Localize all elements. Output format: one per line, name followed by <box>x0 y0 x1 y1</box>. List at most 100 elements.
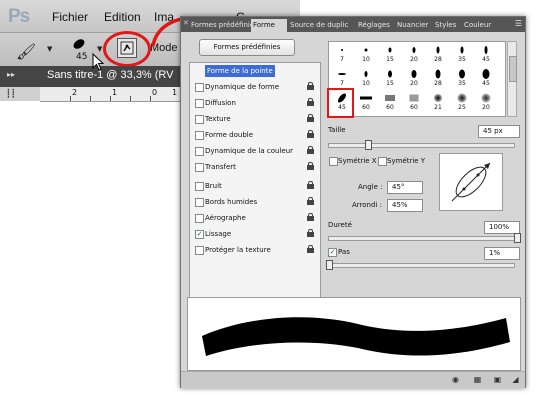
roundness-label: Arrondi : <box>352 201 382 209</box>
checkbox[interactable]: ✓ <box>195 230 204 239</box>
checkbox[interactable] <box>195 99 204 108</box>
brush-tool-icon[interactable]: 🖌︎ <box>16 42 36 61</box>
list-item-wet-edges[interactable]: Bords humides <box>190 195 320 209</box>
brush-size-value: 45 <box>76 52 88 62</box>
size-slider[interactable] <box>328 143 515 148</box>
checkbox[interactable] <box>195 246 204 255</box>
lock-icon[interactable] <box>307 114 314 122</box>
list-item-label: Transfert <box>205 163 236 171</box>
lock-icon[interactable] <box>307 181 314 189</box>
flip-x-checkbox[interactable] <box>329 157 338 166</box>
spacing-field[interactable]: 1% <box>484 247 520 260</box>
checkbox[interactable] <box>195 115 204 124</box>
brush-tip-scrollbar[interactable] <box>507 41 517 117</box>
lock-icon[interactable] <box>307 146 314 154</box>
spacing-checkbox[interactable]: ✓ <box>328 248 337 257</box>
brush-tip[interactable]: 20 <box>402 44 426 63</box>
lock-icon[interactable] <box>307 213 314 221</box>
brush-tip[interactable]: 60 <box>354 92 378 111</box>
flip-y-checkbox[interactable] <box>378 157 387 166</box>
brush-presets-button[interactable]: Formes prédéfinies <box>199 39 295 56</box>
scrollbar-thumb[interactable] <box>509 56 517 82</box>
resize-grip-icon[interactable]: ◢ <box>511 375 520 384</box>
brush-tip[interactable]: 45 <box>474 44 498 63</box>
hardness-slider-handle[interactable] <box>514 233 521 243</box>
list-item-shape-dynamics[interactable]: Dynamique de forme <box>190 80 320 94</box>
brush-tip[interactable]: 60 <box>378 92 402 111</box>
panel-menu-icon[interactable]: ☰ <box>515 19 522 28</box>
brush-tip[interactable]: 28 <box>426 68 450 87</box>
brush-tip[interactable]: 10 <box>354 44 378 63</box>
roundness-field[interactable]: 45% <box>387 199 423 212</box>
tab-reglages[interactable]: Réglages <box>356 19 396 32</box>
tab-styles[interactable]: Styles <box>433 19 462 32</box>
size-field[interactable]: 45 px <box>478 125 520 138</box>
list-item-noise[interactable]: Bruit <box>190 179 320 193</box>
angle-roundness-preview[interactable] <box>439 153 503 211</box>
tab-formes-predefinies[interactable]: Formes prédéfinies <box>189 19 251 32</box>
checkbox[interactable] <box>195 83 204 92</box>
checkbox[interactable] <box>195 214 204 223</box>
tab-source-de-duplication[interactable]: Source de duplic <box>288 19 356 32</box>
menu-fichier[interactable]: Fichier <box>52 10 88 24</box>
list-item-smoothing[interactable]: ✓ Lissage <box>190 227 320 241</box>
list-item-brush-tip-shape[interactable]: Forme de la pointe <box>190 64 320 78</box>
checkbox[interactable] <box>195 131 204 140</box>
photoshop-logo: Ps <box>8 6 30 27</box>
collapse-arrows-icon[interactable]: ▸▸ <box>7 70 15 79</box>
grid-icon[interactable]: ▦ <box>473 375 482 384</box>
tab-couleur[interactable]: Couleur <box>462 19 500 32</box>
lock-icon[interactable] <box>307 130 314 138</box>
list-item-label: Dynamique de la couleur <box>205 147 294 155</box>
close-icon[interactable]: ✕ <box>183 19 189 27</box>
brush-tip[interactable]: 60 <box>402 92 426 111</box>
spacing-slider[interactable] <box>328 263 515 268</box>
brush-tip[interactable]: 15 <box>378 68 402 87</box>
lock-icon[interactable] <box>307 229 314 237</box>
list-item-color-dynamics[interactable]: Dynamique de la couleur <box>190 144 320 158</box>
lock-icon[interactable] <box>307 197 314 205</box>
hardness-slider[interactable] <box>328 236 515 241</box>
brush-tip[interactable]: 35 <box>450 68 474 87</box>
checkbox[interactable] <box>195 198 204 207</box>
brush-tip[interactable]: 35 <box>450 44 474 63</box>
marquee-tool-icon[interactable]: ┋┋ <box>6 89 16 98</box>
checkbox[interactable] <box>195 147 204 156</box>
brush-tip-size: 7 <box>340 80 344 87</box>
tab-nuancier[interactable]: Nuancier <box>395 19 434 32</box>
lock-icon[interactable] <box>307 82 314 90</box>
brush-tip[interactable]: 7 <box>330 44 354 63</box>
brush-tip[interactable]: 28 <box>426 44 450 63</box>
angle-field[interactable]: 45° <box>387 181 423 194</box>
list-item-airbrush[interactable]: Aérographe <box>190 211 320 225</box>
list-item-texture[interactable]: Texture <box>190 112 320 126</box>
document-tab-title[interactable]: Sans titre-1 @ 33,3% (RV <box>47 69 174 81</box>
brush-panel: ✕ Formes prédéfinies Forme Source de dup… <box>180 16 526 388</box>
brush-tip[interactable]: 10 <box>354 68 378 87</box>
brush-tip[interactable]: 20 <box>474 92 498 111</box>
lock-icon[interactable] <box>307 98 314 106</box>
list-item-protect-texture[interactable]: Protéger la texture <box>190 243 320 257</box>
menu-edition[interactable]: Edition <box>104 10 141 24</box>
list-item-dual-brush[interactable]: Forme double <box>190 128 320 142</box>
spacing-slider-handle[interactable] <box>326 260 333 270</box>
new-preset-icon[interactable]: ▣ <box>493 375 502 384</box>
lock-icon[interactable] <box>307 245 314 253</box>
lock-icon[interactable] <box>307 162 314 170</box>
tab-forme[interactable]: Forme <box>251 19 287 32</box>
brush-tip[interactable]: 7 <box>330 68 354 87</box>
size-slider-handle[interactable] <box>365 140 372 150</box>
eye-icon[interactable]: ◉ <box>451 375 460 384</box>
checkbox[interactable] <box>195 182 204 191</box>
brush-tip[interactable]: 20 <box>402 68 426 87</box>
list-item-transfer[interactable]: Transfert <box>190 160 320 174</box>
chevron-down-icon[interactable]: ▼ <box>47 45 52 53</box>
list-item-scattering[interactable]: Diffusion <box>190 96 320 110</box>
checkbox[interactable] <box>195 163 204 172</box>
brush-tip-size: 35 <box>458 56 466 63</box>
brush-tip[interactable]: 25 <box>450 92 474 111</box>
brush-tip[interactable]: 21 <box>426 92 450 111</box>
brush-tip[interactable]: 15 <box>378 44 402 63</box>
chevron-down-icon[interactable]: ▼ <box>97 45 102 53</box>
brush-tip[interactable]: 45 <box>474 68 498 87</box>
